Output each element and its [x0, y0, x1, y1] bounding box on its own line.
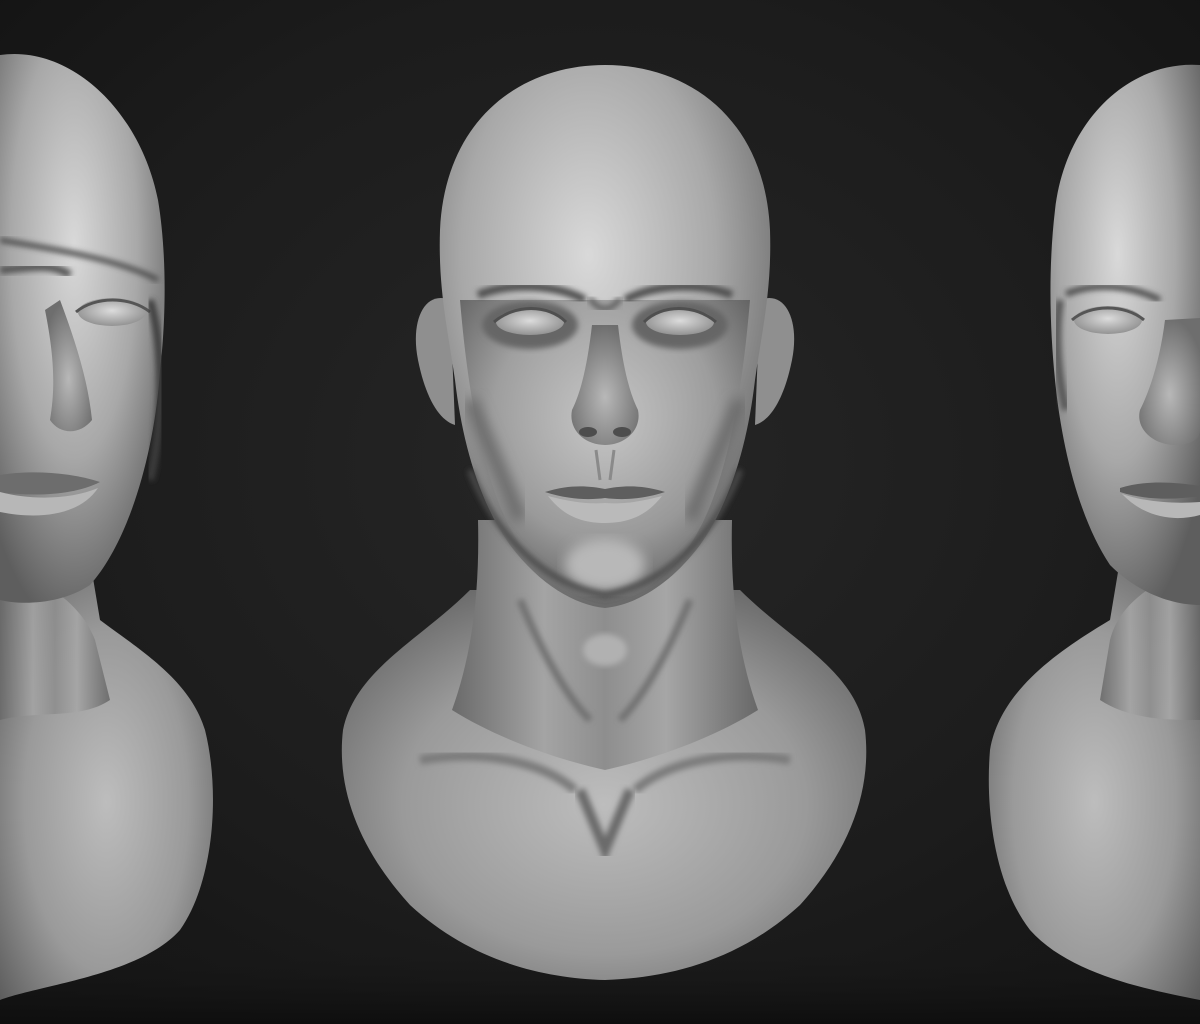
sculpt-render-scene [0, 0, 1200, 1024]
left-bust-eye [78, 298, 146, 326]
render-canvas [0, 0, 1200, 1024]
right-bust-eye [1074, 306, 1142, 334]
